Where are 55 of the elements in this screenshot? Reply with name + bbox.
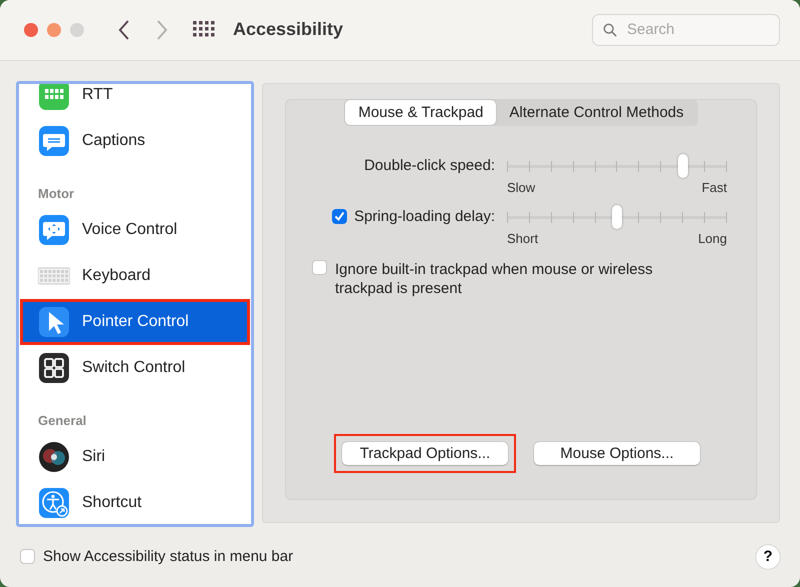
min-label: Short (507, 230, 538, 246)
sidebar-item[interactable]: Switch Control (20, 344, 250, 391)
sidebar-item[interactable]: Shortcut (20, 480, 250, 524)
checkbox-label: Ignore built-in trackpad when mouse or wireless trackpad is present (335, 260, 654, 298)
item-label: RTT (82, 86, 113, 104)
sidebar-item[interactable]: Voice Control (20, 206, 250, 253)
slider-track[interactable] (507, 154, 727, 178)
voice-control-icon (38, 214, 70, 246)
slider-label: Spring-loading delay: (354, 208, 495, 226)
item-label: Shortcut (82, 494, 142, 512)
pointer-icon (38, 306, 70, 338)
item-label: Switch Control (82, 358, 186, 377)
accessibility-icon (38, 486, 70, 519)
search-icon (603, 22, 617, 38)
grid-button[interactable] (193, 20, 215, 39)
item-label: Siri (82, 448, 106, 466)
grid-icon (38, 352, 70, 384)
sidebar-item[interactable]: Captions (20, 118, 250, 164)
section-header: General (37, 412, 88, 430)
minimize-button[interactable] (47, 22, 61, 37)
item-label: Pointer Control (82, 312, 189, 331)
max-label: Long (698, 230, 727, 246)
slider-track[interactable] (507, 204, 727, 229)
item-label: Keyboard (82, 266, 150, 285)
sidebar-item[interactable]: Siri (20, 434, 250, 480)
sidebar-item[interactable]: Keyboard (20, 252, 250, 299)
tab[interactable]: Alternate Control Methods (496, 100, 697, 125)
slider-thumb[interactable] (612, 204, 622, 229)
item-label: Captions (82, 132, 146, 150)
checkbox[interactable] (332, 209, 348, 224)
tab[interactable]: Mouse & Trackpad (345, 100, 496, 125)
slider-label: Double-click speed: (364, 157, 495, 174)
checkbox-label: Show Accessibility status in menu bar (43, 548, 294, 566)
options-button[interactable]: Trackpad Options... (342, 442, 508, 465)
slider-thumb[interactable] (678, 154, 688, 178)
window-title: Accessibility (233, 19, 344, 40)
min-label: Slow (507, 180, 536, 195)
help-button[interactable]: ? (756, 544, 780, 569)
sidebar-item[interactable]: RTT (20, 84, 250, 118)
options-button[interactable]: Mouse Options... (534, 442, 700, 465)
captions-icon (38, 124, 70, 157)
forward-button[interactable] (155, 18, 169, 41)
search-field[interactable]: Search (592, 14, 780, 46)
checkbox[interactable] (312, 260, 327, 275)
search-input[interactable]: Search (625, 20, 769, 40)
siri-icon (38, 440, 70, 473)
close-button[interactable] (24, 22, 38, 37)
zoom-button[interactable] (70, 22, 84, 37)
keypad-icon (38, 84, 70, 111)
max-label: Fast (702, 180, 727, 195)
sidebar-item[interactable]: Pointer Control (20, 298, 250, 345)
checkbox[interactable] (20, 549, 35, 564)
item-label: Voice Control (82, 220, 178, 239)
back-button[interactable] (117, 18, 131, 41)
section-header: Motor (37, 184, 76, 203)
